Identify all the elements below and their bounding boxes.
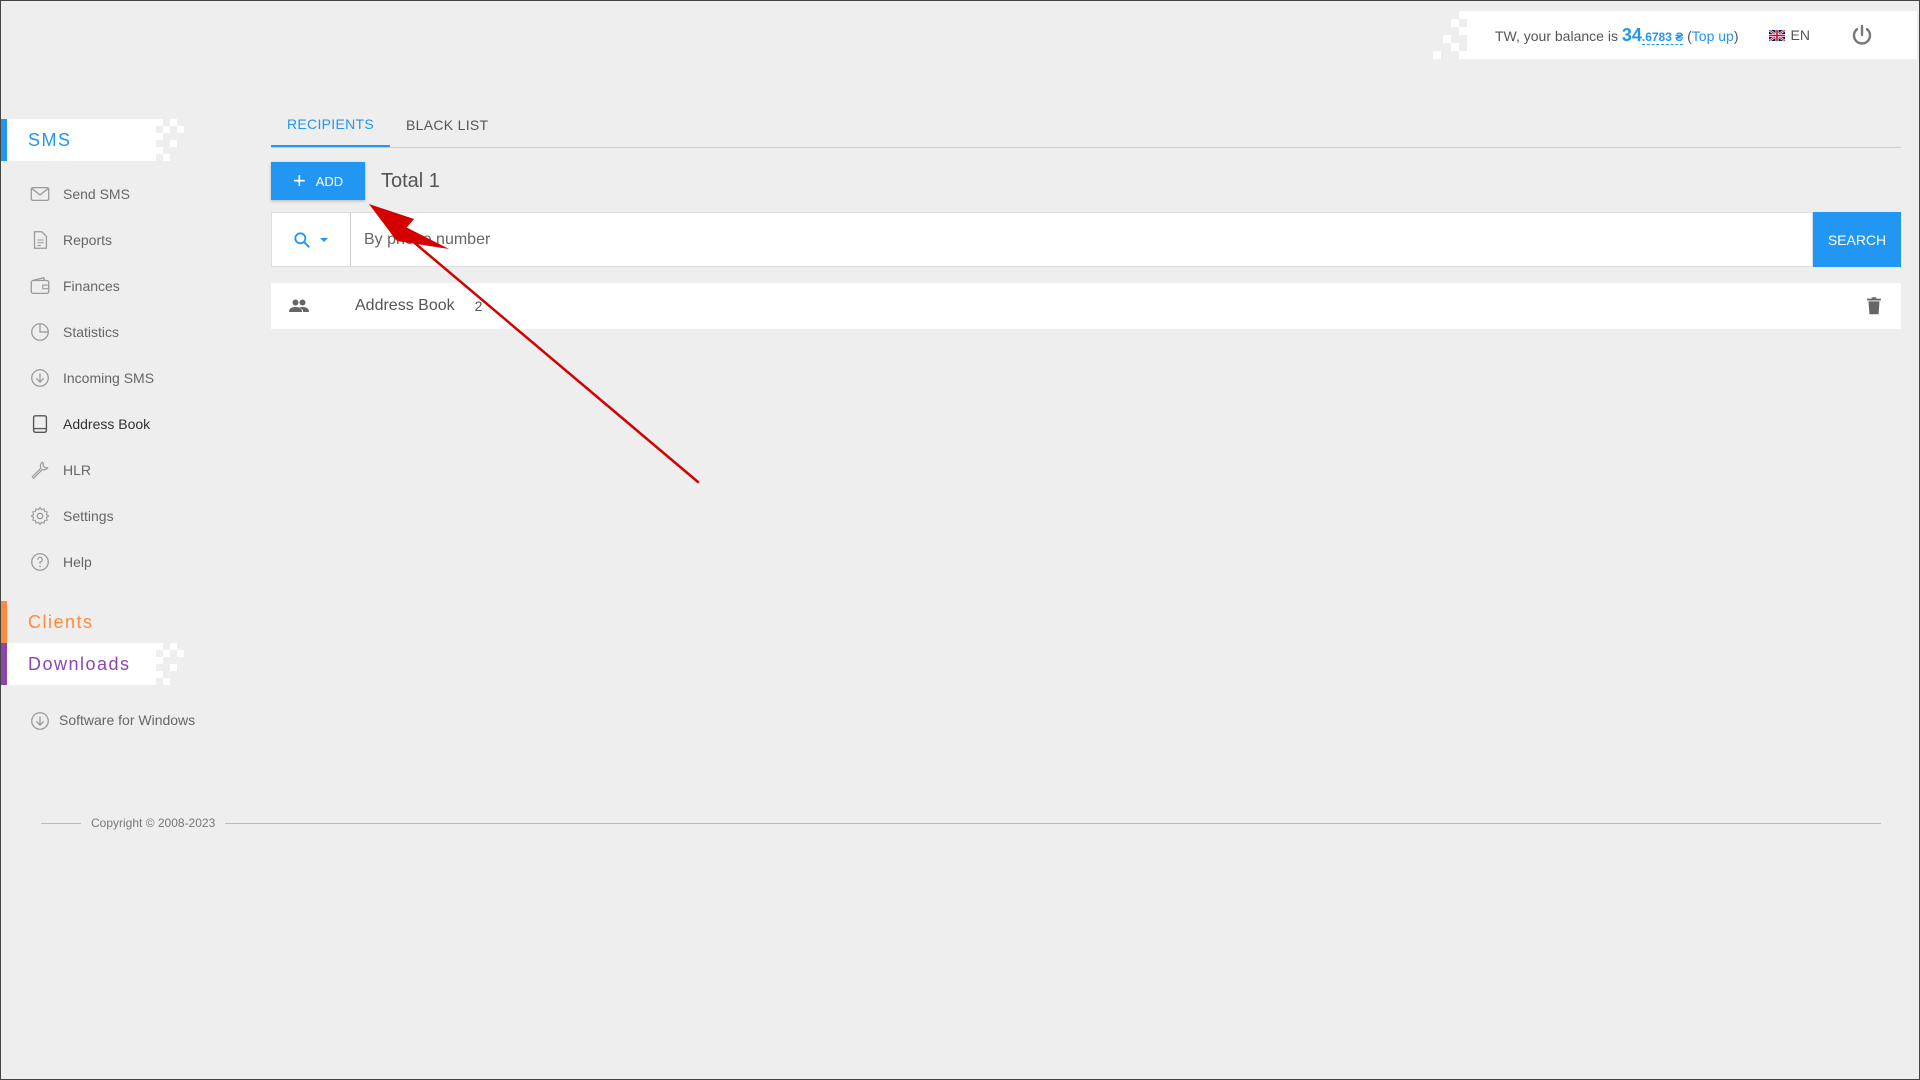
sidebar-section-sms-label: SMS (28, 129, 72, 150)
uk-flag-icon (1768, 29, 1785, 41)
add-button[interactable]: + ADD (271, 162, 365, 200)
book-icon (32, 415, 48, 433)
people-icon (289, 299, 309, 312)
balance-prefix: TW, your balance is (1495, 27, 1622, 44)
main-content: RECIPIENTS BLACK LIST + ADD Total 1 SEAR… (271, 103, 1901, 329)
group-count: 2 (474, 298, 483, 314)
gear-icon (30, 506, 50, 526)
tab-recipients[interactable]: RECIPIENTS (271, 103, 391, 147)
group-name: Address Book (355, 297, 455, 314)
pixel-decoration (1433, 11, 1467, 59)
sidebar-section-sms[interactable]: SMS (1, 119, 184, 161)
footer: Copyright © 2008-2023 (41, 816, 1881, 830)
sidebar-item-statistics[interactable]: Statistics (1, 309, 231, 355)
sidebar-item-label: HLR (63, 462, 92, 478)
search-button[interactable]: SEARCH (1813, 212, 1901, 267)
sidebar-item-label: Settings (63, 508, 114, 524)
sidebar-item-send-sms[interactable]: Send SMS (1, 171, 231, 217)
sidebar-section-clients-label: Clients (28, 611, 94, 632)
sidebar-item-finances[interactable]: Finances (1, 263, 231, 309)
sidebar-section-downloads[interactable]: Downloads (1, 643, 184, 685)
caret-down-icon (320, 237, 328, 242)
sidebar: SMS Send SMS Reports Finances Statistics… (1, 119, 231, 733)
topup-paren-close: ) (1733, 27, 1739, 44)
tab-bar: RECIPIENTS BLACK LIST (271, 103, 1901, 148)
power-icon[interactable] (1850, 23, 1874, 47)
sidebar-item-label: Finances (63, 278, 120, 294)
sms-menu: Send SMS Reports Finances Statistics Inc… (1, 171, 231, 585)
footer-divider (225, 822, 1881, 824)
toolbar: + ADD Total 1 (271, 162, 1901, 200)
pixel-decoration (156, 643, 186, 685)
language-selector[interactable]: EN (1768, 27, 1810, 43)
sidebar-item-address-book[interactable]: Address Book (1, 401, 231, 447)
language-label: EN (1790, 27, 1810, 43)
sidebar-item-label: Help (63, 554, 92, 570)
sidebar-item-label: Software for Windows (59, 712, 196, 728)
add-button-label: ADD (315, 173, 344, 189)
list-item[interactable]: Address Book 2 (271, 283, 1901, 329)
download-circle-icon (31, 712, 49, 731)
sidebar-item-software-windows[interactable]: Software for Windows (1, 707, 201, 733)
copyright-text: Copyright © 2008-2023 (91, 816, 216, 830)
document-icon (33, 231, 48, 249)
topup-link[interactable]: Top up (1692, 28, 1734, 44)
section-accent-bar (1, 119, 7, 161)
download-circle-icon (31, 369, 49, 387)
tab-black-list[interactable]: BLACK LIST (390, 103, 504, 147)
account-bar: TW, your balance is 34.6783 ₴ (Top up) E… (1433, 11, 1917, 59)
wallet-icon (30, 276, 50, 294)
balance-amount[interactable]: 34 (1622, 25, 1642, 45)
sidebar-item-label: Address Book (63, 416, 151, 432)
envelope-icon (30, 186, 50, 202)
sidebar-item-reports[interactable]: Reports (1, 217, 231, 263)
balance-fraction[interactable]: .6783 ₴ (1641, 29, 1684, 45)
search-type-dropdown[interactable] (271, 212, 351, 267)
topup-paren-open: ( (1683, 27, 1692, 44)
search-icon (294, 231, 310, 248)
sidebar-item-settings[interactable]: Settings (1, 493, 231, 539)
sidebar-section-clients[interactable]: Clients (1, 601, 156, 643)
total-count: Total 1 (381, 169, 440, 192)
group-list: Address Book 2 (271, 283, 1901, 329)
trash-icon[interactable] (1863, 295, 1885, 317)
sidebar-item-label: Incoming SMS (63, 370, 155, 386)
search-bar: SEARCH (271, 212, 1901, 267)
plus-icon: + (292, 168, 306, 193)
sidebar-item-help[interactable]: Help (1, 539, 231, 585)
sidebar-item-label: Reports (63, 232, 113, 248)
sidebar-item-label: Send SMS (63, 186, 130, 202)
sidebar-item-label: Statistics (63, 324, 120, 340)
footer-divider (41, 822, 81, 824)
sidebar-item-incoming-sms[interactable]: Incoming SMS (1, 355, 231, 401)
pixel-decoration (156, 119, 186, 161)
search-input[interactable] (351, 212, 1813, 267)
sidebar-section-downloads-label: Downloads (28, 653, 131, 674)
balance-text: TW, your balance is 34.6783 ₴ (Top up) (1495, 25, 1739, 46)
help-circle-icon (31, 553, 49, 571)
sidebar-item-hlr[interactable]: HLR (1, 447, 231, 493)
wrench-icon (31, 461, 49, 479)
section-accent-bar (1, 601, 7, 643)
pie-chart-icon (31, 323, 49, 341)
section-accent-bar (1, 643, 7, 685)
